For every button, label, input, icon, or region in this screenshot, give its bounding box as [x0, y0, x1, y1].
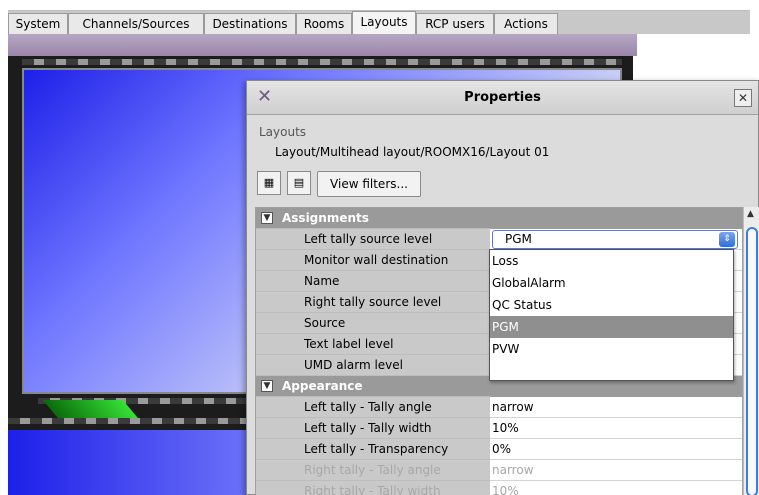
property-row[interactable]: Left tally - Tally angle narrow	[256, 397, 742, 418]
tab-bar: System Channels/Sources Destinations Roo…	[8, 10, 750, 35]
left-tally-source-select[interactable]: PGM ⇕	[492, 230, 738, 249]
property-label: Text label level	[256, 334, 490, 355]
property-label: Right tally - Tally width	[256, 481, 490, 495]
property-label: UMD alarm level	[256, 355, 490, 376]
property-label: Right tally source level	[256, 292, 490, 313]
property-row[interactable]: Left tally - Tally width 10%	[256, 418, 742, 439]
section-assignments[interactable]: ▼ Assignments	[256, 208, 742, 229]
property-value: 10%	[490, 481, 742, 495]
collapse-toggle-icon[interactable]: ▼	[261, 380, 273, 392]
breadcrumb-path: Layout/Multihead layout/ROOMX16/Layout 0…	[275, 145, 550, 159]
dropdown-option[interactable]: Loss	[490, 250, 733, 272]
property-label: Left tally - Tally width	[256, 418, 490, 439]
tab-rooms[interactable]: Rooms	[296, 13, 352, 35]
view-filters-button[interactable]: View filters...	[317, 171, 421, 197]
property-value[interactable]: 0%	[490, 439, 742, 460]
property-row[interactable]: Left tally source level PGM ⇕	[256, 229, 742, 250]
dropdown-option-selected[interactable]: PGM	[490, 316, 733, 338]
dropdown-option[interactable]: GlobalAlarm	[490, 272, 733, 294]
section-label: Appearance	[282, 379, 363, 393]
dropdown-option[interactable]: PVW	[490, 338, 733, 360]
dialog-title: Properties	[464, 90, 541, 105]
dropdown-option[interactable]: QC Status	[490, 294, 733, 316]
scrollbar-thumb[interactable]	[746, 227, 758, 495]
tab-layouts[interactable]: Layouts	[352, 11, 416, 35]
property-row[interactable]: Left tally - Transparency 0%	[256, 439, 742, 460]
app-window: System Channels/Sources Destinations Roo…	[0, 0, 759, 495]
tab-channels-sources[interactable]: Channels/Sources	[68, 13, 204, 35]
properties-dialog: ✕ Properties ✕ Layouts Layout/Multihead …	[246, 80, 759, 495]
close-icon[interactable]: ✕	[734, 89, 752, 107]
scroll-up-arrow-icon[interactable]: ▲	[747, 209, 754, 219]
property-label: Left tally - Transparency	[256, 439, 490, 460]
property-label: Left tally source level	[256, 229, 490, 250]
breadcrumb-root: Layouts	[259, 125, 307, 139]
updown-arrow-icon[interactable]: ⇕	[719, 232, 735, 247]
property-row-disabled: Right tally - Tally width 10%	[256, 481, 742, 495]
vertical-scrollbar[interactable]: ▲	[743, 207, 759, 495]
tab-destinations[interactable]: Destinations	[204, 13, 296, 35]
property-value[interactable]: 10%	[490, 418, 742, 439]
tab-actions[interactable]: Actions	[494, 13, 558, 35]
property-label: Name	[256, 271, 490, 292]
dialog-titlebar[interactable]: ✕ Properties ✕	[247, 81, 758, 115]
layout-header-bar	[8, 34, 637, 56]
list-view-icon[interactable]: ▤	[287, 171, 311, 195]
property-value: narrow	[490, 460, 742, 481]
property-label: Monitor wall destination	[256, 250, 490, 271]
property-label: Source	[256, 313, 490, 334]
source-level-dropdown[interactable]: Loss GlobalAlarm QC Status PGM PVW	[489, 249, 734, 381]
tab-system[interactable]: System	[8, 13, 68, 35]
property-label: Left tally - Tally angle	[256, 397, 490, 418]
property-value[interactable]: narrow	[490, 397, 742, 418]
property-label: Right tally - Tally angle	[256, 460, 490, 481]
collapse-toggle-icon[interactable]: ▼	[261, 212, 273, 224]
film-strip-top	[22, 59, 622, 65]
combo-value: PGM	[505, 232, 532, 246]
section-label: Assignments	[282, 211, 369, 225]
categorized-view-icon[interactable]: ▦	[257, 171, 281, 195]
tab-rcp-users[interactable]: RCP users	[416, 13, 494, 35]
property-row-disabled: Right tally - Tally angle narrow	[256, 460, 742, 481]
